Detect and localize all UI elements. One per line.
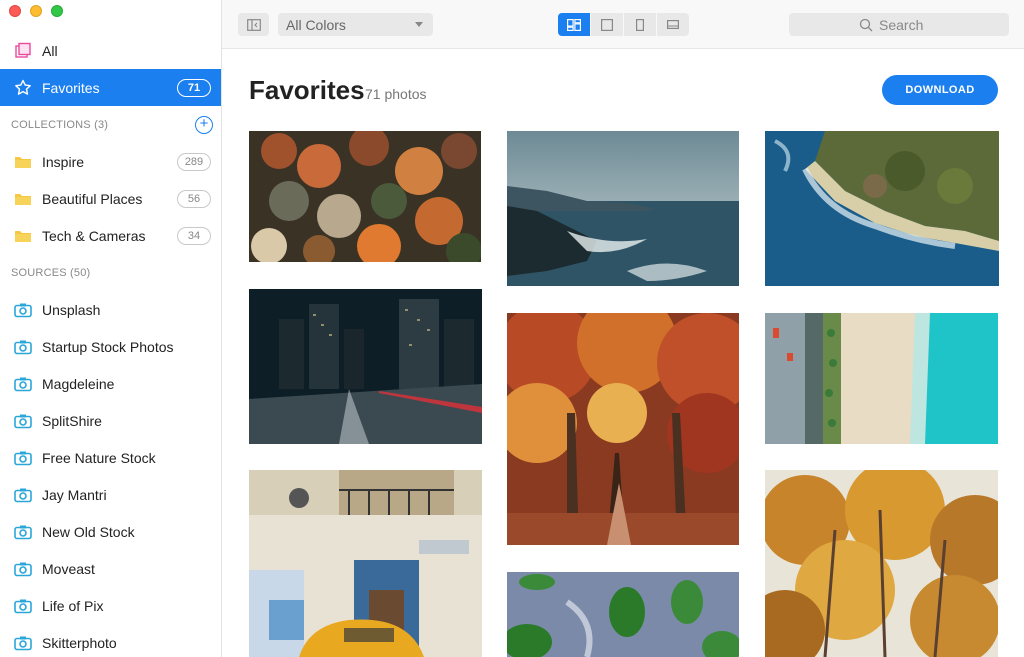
sidebar-item-label: Tech & Cameras (42, 227, 146, 244)
view-mode-group (558, 13, 689, 36)
main-content: All Colors F (222, 0, 1024, 657)
sidebar-item-label: SplitShire (42, 412, 102, 429)
sidebar-item-source[interactable]: Magdeleine (0, 365, 221, 402)
sidebar-item-label: Skitterphoto (42, 634, 117, 651)
photo-autumn-avenue[interactable] (507, 313, 739, 545)
camera-icon (14, 449, 32, 467)
sidebar-item-source[interactable]: Unsplash (0, 291, 221, 328)
photo-city-night[interactable] (249, 289, 482, 444)
minimize-window-button[interactable] (30, 5, 42, 17)
sidebar-item-favorites[interactable]: Favorites 71 (0, 69, 221, 106)
sidebar-item-label: Startup Stock Photos (42, 338, 174, 355)
sidebar-item-source[interactable]: Startup Stock Photos (0, 328, 221, 365)
camera-icon (14, 301, 32, 319)
folder-icon (14, 227, 32, 245)
sidebar-item-label: Unsplash (42, 301, 101, 318)
search-icon (859, 18, 873, 31)
camera-icon (14, 486, 32, 504)
camera-icon (14, 560, 32, 578)
view-portrait-button[interactable] (624, 13, 656, 36)
sources-header: SOURCES (50) (11, 267, 91, 279)
search-input[interactable] (879, 16, 939, 33)
page-title: Favorites (249, 75, 365, 105)
window-controls (9, 5, 63, 17)
collections-header: COLLECTIONS (3) (11, 119, 109, 131)
add-collection-button[interactable]: + (195, 116, 213, 134)
sidebar-item-source[interactable]: Life of Pix (0, 587, 221, 624)
count-badge: 34 (177, 226, 211, 245)
sidebar-item-label: New Old Stock (42, 523, 135, 540)
count-badge: 289 (177, 152, 211, 171)
sidebar-item-source[interactable]: New Old Stock (0, 513, 221, 550)
camera-icon (14, 375, 32, 393)
sidebar-toggle-icon (246, 18, 261, 31)
photo-beach-aerial[interactable] (765, 313, 998, 444)
sidebar-item-label: Moveast (42, 560, 95, 577)
all-photos-icon (14, 42, 32, 60)
folder-icon (14, 190, 32, 208)
maximize-window-button[interactable] (51, 5, 63, 17)
sidebar-item-label: Life of Pix (42, 597, 104, 614)
photo-green-aerial[interactable] (507, 572, 739, 657)
chevron-down-icon (415, 22, 423, 27)
camera-icon (14, 597, 32, 615)
count-badge: 71 (177, 78, 211, 97)
photo-coastline-aerial[interactable] (765, 131, 999, 286)
photo-autumn-forest-aerial[interactable] (249, 131, 481, 262)
sidebar-item-collection[interactable]: Inspire 289 (0, 143, 221, 180)
camera-icon (14, 338, 32, 356)
sidebar-item-label: All (42, 42, 58, 59)
close-window-button[interactable] (9, 5, 21, 17)
sidebar-item-label: Free Nature Stock (42, 449, 156, 466)
camera-icon (14, 634, 32, 652)
sidebar-item-collection[interactable]: Tech & Cameras 34 (0, 217, 221, 254)
camera-icon (14, 523, 32, 541)
sidebar-item-label: Jay Mantri (42, 486, 107, 503)
portrait-view-icon (636, 18, 644, 31)
camera-icon (14, 412, 32, 430)
sidebar-item-label: Favorites (42, 79, 100, 96)
download-button[interactable]: DOWNLOAD (882, 75, 998, 105)
color-filter-value: All Colors (286, 16, 346, 33)
photo-street-car[interactable] (249, 470, 482, 657)
sidebar-item-source[interactable]: SplitShire (0, 402, 221, 439)
sidebar-item-source[interactable]: Jay Mantri (0, 476, 221, 513)
photo-autumn-trees[interactable] (765, 470, 998, 657)
sidebar-item-collection[interactable]: Beautiful Places 56 (0, 180, 221, 217)
square-view-icon (601, 18, 613, 31)
view-masonry-button[interactable] (558, 13, 590, 36)
masonry-view-icon (567, 18, 581, 31)
sidebar-item-all[interactable]: All (0, 32, 221, 69)
sidebar-item-source[interactable]: Skitterphoto (0, 624, 221, 657)
sidebar-item-label: Magdeleine (42, 375, 115, 392)
search-field[interactable] (789, 13, 1009, 36)
sidebar-toggle-button[interactable] (238, 13, 269, 36)
star-icon (14, 79, 32, 97)
view-square-button[interactable] (591, 13, 623, 36)
count-badge: 56 (177, 189, 211, 208)
sidebar-item-label: Inspire (42, 153, 85, 170)
sidebar-item-label: Beautiful Places (42, 190, 143, 207)
sidebar: All Favorites 71 COLLECTIONS (3) + Inspi… (0, 0, 222, 657)
photo-coastal-cliffs[interactable] (507, 131, 739, 286)
color-filter-select[interactable]: All Colors (278, 13, 433, 36)
landscape-view-icon (667, 20, 679, 29)
sidebar-item-source[interactable]: Free Nature Stock (0, 439, 221, 476)
folder-icon (14, 153, 32, 171)
toolbar: All Colors (222, 0, 1024, 49)
view-landscape-button[interactable] (657, 13, 689, 36)
photo-count: 71 photos (365, 86, 427, 102)
sidebar-item-source[interactable]: Moveast (0, 550, 221, 587)
